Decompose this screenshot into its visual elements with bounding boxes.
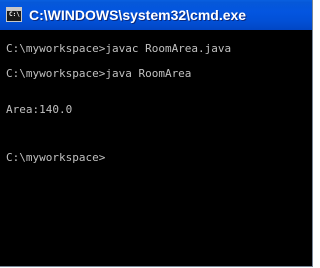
title-bar[interactable]: C:\ C:\WINDOWS\system32\cmd.exe — [0, 0, 312, 30]
cmd-icon[interactable]: C:\ — [6, 7, 22, 22]
cmd-icon-glyph: C:\ — [9, 11, 20, 18]
cmd-window: C:\ C:\WINDOWS\system32\cmd.exe C:\mywor… — [0, 0, 313, 267]
console-line-java: C:\myworkspace>java RoomArea — [6, 67, 192, 80]
console-line-javac: C:\myworkspace>javac RoomArea.java — [6, 42, 232, 55]
console-line-output: Area:140.0 — [6, 103, 73, 116]
console-line-prompt: C:\myworkspace> — [6, 151, 106, 164]
window-title: C:\WINDOWS\system32\cmd.exe — [29, 7, 247, 23]
